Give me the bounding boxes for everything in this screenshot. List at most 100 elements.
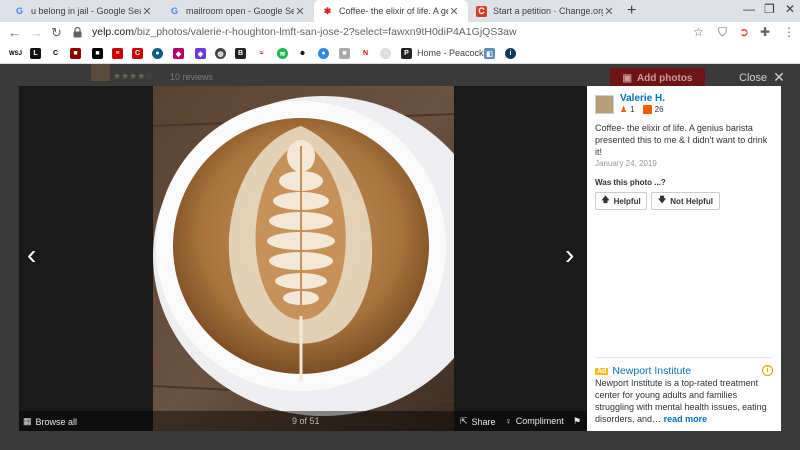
not-helpful-button[interactable]: 🡇 Not Helpful <box>651 192 720 210</box>
friends-icon: ♟ <box>620 105 628 114</box>
tab-google-search-1[interactable]: G u belong in jail - Google Search ✕ <box>6 0 161 22</box>
tab-title: mailroom open - Google Search <box>186 6 294 16</box>
bookmark-light-icon[interactable]: ○ <box>380 48 391 59</box>
bookmark-info-icon[interactable]: i <box>505 48 516 59</box>
spotify-icon[interactable]: ≋ <box>277 48 288 59</box>
bookmark-chart-icon[interactable]: ◧ <box>484 48 495 59</box>
bookmark-grey-icon[interactable]: ■ <box>339 48 350 59</box>
bookmark-bb-icon[interactable]: B <box>235 48 246 59</box>
cnn-icon[interactable]: C <box>132 48 143 59</box>
new-tab-button[interactable]: + <box>627 2 636 20</box>
arrow-down-icon: 🡇 <box>658 195 667 204</box>
browse-all-button[interactable]: ▦ Browse all <box>23 416 77 427</box>
url-path: /biz_photos/valerie-r-houghton-lmft-san-… <box>134 26 517 38</box>
menu-kebab-icon[interactable]: ⋮ <box>783 25 795 39</box>
share-button[interactable]: ⇱ Share <box>460 416 496 427</box>
tab-yelp-photo[interactable]: ✱ Coffee- the elixir of life. A genius ✕ <box>314 0 468 22</box>
read-more-link[interactable]: read more <box>664 414 708 424</box>
user-name-link[interactable]: Valerie H. <box>620 93 665 104</box>
tab-title: Start a petition · Change.org <box>493 6 603 16</box>
bookmark-peacock-label[interactable]: Home - Peacock <box>417 48 484 58</box>
friends-count: 1 <box>630 105 635 114</box>
address-bar[interactable]: yelp.com/biz_photos/valerie-r-houghton-l… <box>92 26 517 38</box>
google-icon: G <box>15 6 23 16</box>
restore-icon[interactable]: ❐ <box>764 2 775 16</box>
add-photos-button: ▣ Add photos <box>610 68 705 88</box>
bookmark-circle-icon[interactable]: ● <box>152 48 163 59</box>
bookmarks-bar: WSJ L C ■ ■ ≡ C ● ◆ ◈ ◍ B ≈ ≋ ☻ ● ■ N ○ … <box>0 44 800 64</box>
previous-photo-arrow[interactable]: ‹ <box>27 241 36 269</box>
photo-date: January 24, 2019 <box>595 159 657 168</box>
extension-cast-icon[interactable]: ➲ <box>739 25 749 39</box>
close-tab-icon[interactable]: ✕ <box>141 5 153 18</box>
tab-strip: G u belong in jail - Google Search ✕ G m… <box>0 0 800 22</box>
ad-badge: Ad <box>595 367 609 375</box>
photo-details-panel: Valerie H. ♟ 1 26 Coffee- the elixir of … <box>587 86 781 431</box>
back-icon[interactable]: ← <box>8 25 21 40</box>
latimes-icon[interactable]: L <box>30 48 41 59</box>
stars-icon: ★★★★☆ <box>113 71 154 81</box>
bookmark-black-icon[interactable]: ■ <box>92 48 103 59</box>
wsj-icon[interactable]: WSJ <box>9 48 22 59</box>
photo-lightbox: ‹ › ▦ Browse all 9 of 51 ⇱ Share ♀ Compl… <box>19 86 781 431</box>
divider <box>595 357 773 358</box>
window-close-icon[interactable]: ✕ <box>785 2 795 16</box>
bookmark-blue-icon[interactable]: ● <box>318 48 329 59</box>
browser-toolbar: ← → ↻ yelp.com/biz_photos/valerie-r-houg… <box>0 22 800 44</box>
latte-art-photo <box>153 86 454 431</box>
ad-business-link[interactable]: Newport Institute <box>612 365 691 377</box>
next-photo-arrow[interactable]: › <box>565 241 574 269</box>
bookmark-stripes-icon[interactable]: ≡ <box>112 48 123 59</box>
reviews-icon <box>642 105 652 114</box>
ad-header: Ad Newport Institute <box>595 365 691 377</box>
close-icon: ✕ <box>773 69 785 85</box>
bookmark-purple-icon[interactable]: ◈ <box>195 48 206 59</box>
bookmark-red-text-icon[interactable]: ≈ <box>256 48 267 59</box>
extension-shield-icon[interactable]: ⛉ <box>718 25 727 40</box>
extensions-puzzle-icon[interactable]: ✚ <box>760 25 770 39</box>
share-icon: ⇱ <box>460 416 468 426</box>
lock-icon[interactable] <box>73 27 82 38</box>
tab-change-org[interactable]: C Start a petition · Change.org ✕ <box>468 0 623 22</box>
peacock-icon[interactable]: P <box>401 48 412 59</box>
bookmark-head-icon[interactable]: ☻ <box>297 48 308 59</box>
grid-icon: ▦ <box>23 416 32 426</box>
photo-footer-bar: ▦ Browse all 9 of 51 ⇱ Share ♀ Complimen… <box>19 411 587 431</box>
minimize-icon[interactable]: — <box>743 2 755 16</box>
nyt-icon[interactable]: C <box>50 48 61 59</box>
tab-title: Coffee- the elixir of life. A genius <box>339 6 448 16</box>
helpful-button[interactable]: 🡅 Helpful <box>595 192 647 210</box>
helpful-question: Was this photo ...? <box>595 178 666 187</box>
tab-title: u belong in jail - Google Search <box>31 6 141 16</box>
google-icon: G <box>170 6 178 16</box>
ad-description: Newport Institute is a top-rated treatme… <box>595 378 767 424</box>
arrow-up-icon: 🡅 <box>601 195 610 204</box>
photo-viewer: ‹ › ▦ Browse all 9 of 51 ⇱ Share ♀ Compl… <box>19 86 587 431</box>
bookmark-diamond-icon[interactable]: ◆ <box>173 48 184 59</box>
bookmark-star-icon[interactable]: ☆ <box>693 25 704 39</box>
close-lightbox-button[interactable]: Close ✕ <box>739 69 785 86</box>
url-host: yelp.com <box>92 26 135 38</box>
photo-caption: Coffee- the elixir of life. A genius bar… <box>595 123 768 157</box>
close-tab-icon[interactable]: ✕ <box>603 5 615 18</box>
lightbulb-icon: ♀ <box>505 416 512 426</box>
report-flag-icon[interactable]: ⚑ <box>573 416 581 427</box>
tab-google-search-2[interactable]: G mailroom open - Google Search ✕ <box>161 0 314 22</box>
globe-icon[interactable]: ◍ <box>215 48 226 59</box>
compliment-button[interactable]: ♀ Compliment <box>505 416 564 426</box>
photo-counter: 9 of 51 <box>292 416 320 426</box>
ad-info-icon[interactable]: i <box>762 365 773 376</box>
change-org-icon: C <box>476 5 487 17</box>
reload-icon[interactable]: ↻ <box>51 25 62 41</box>
user-stats: ♟ 1 26 <box>620 105 664 114</box>
user-avatar[interactable] <box>595 95 614 114</box>
reviews-count: 26 <box>654 105 664 114</box>
netflix-icon[interactable]: N <box>360 48 371 59</box>
close-label: Close <box>739 71 768 84</box>
bookmark-red-icon[interactable]: ■ <box>70 48 81 59</box>
close-tab-icon[interactable]: ✕ <box>448 5 460 18</box>
forward-icon[interactable]: → <box>30 25 43 40</box>
close-tab-icon[interactable]: ✕ <box>294 5 306 18</box>
reviews-count-link: 10 reviews <box>170 72 214 82</box>
camera-icon: ▣ <box>622 72 632 84</box>
